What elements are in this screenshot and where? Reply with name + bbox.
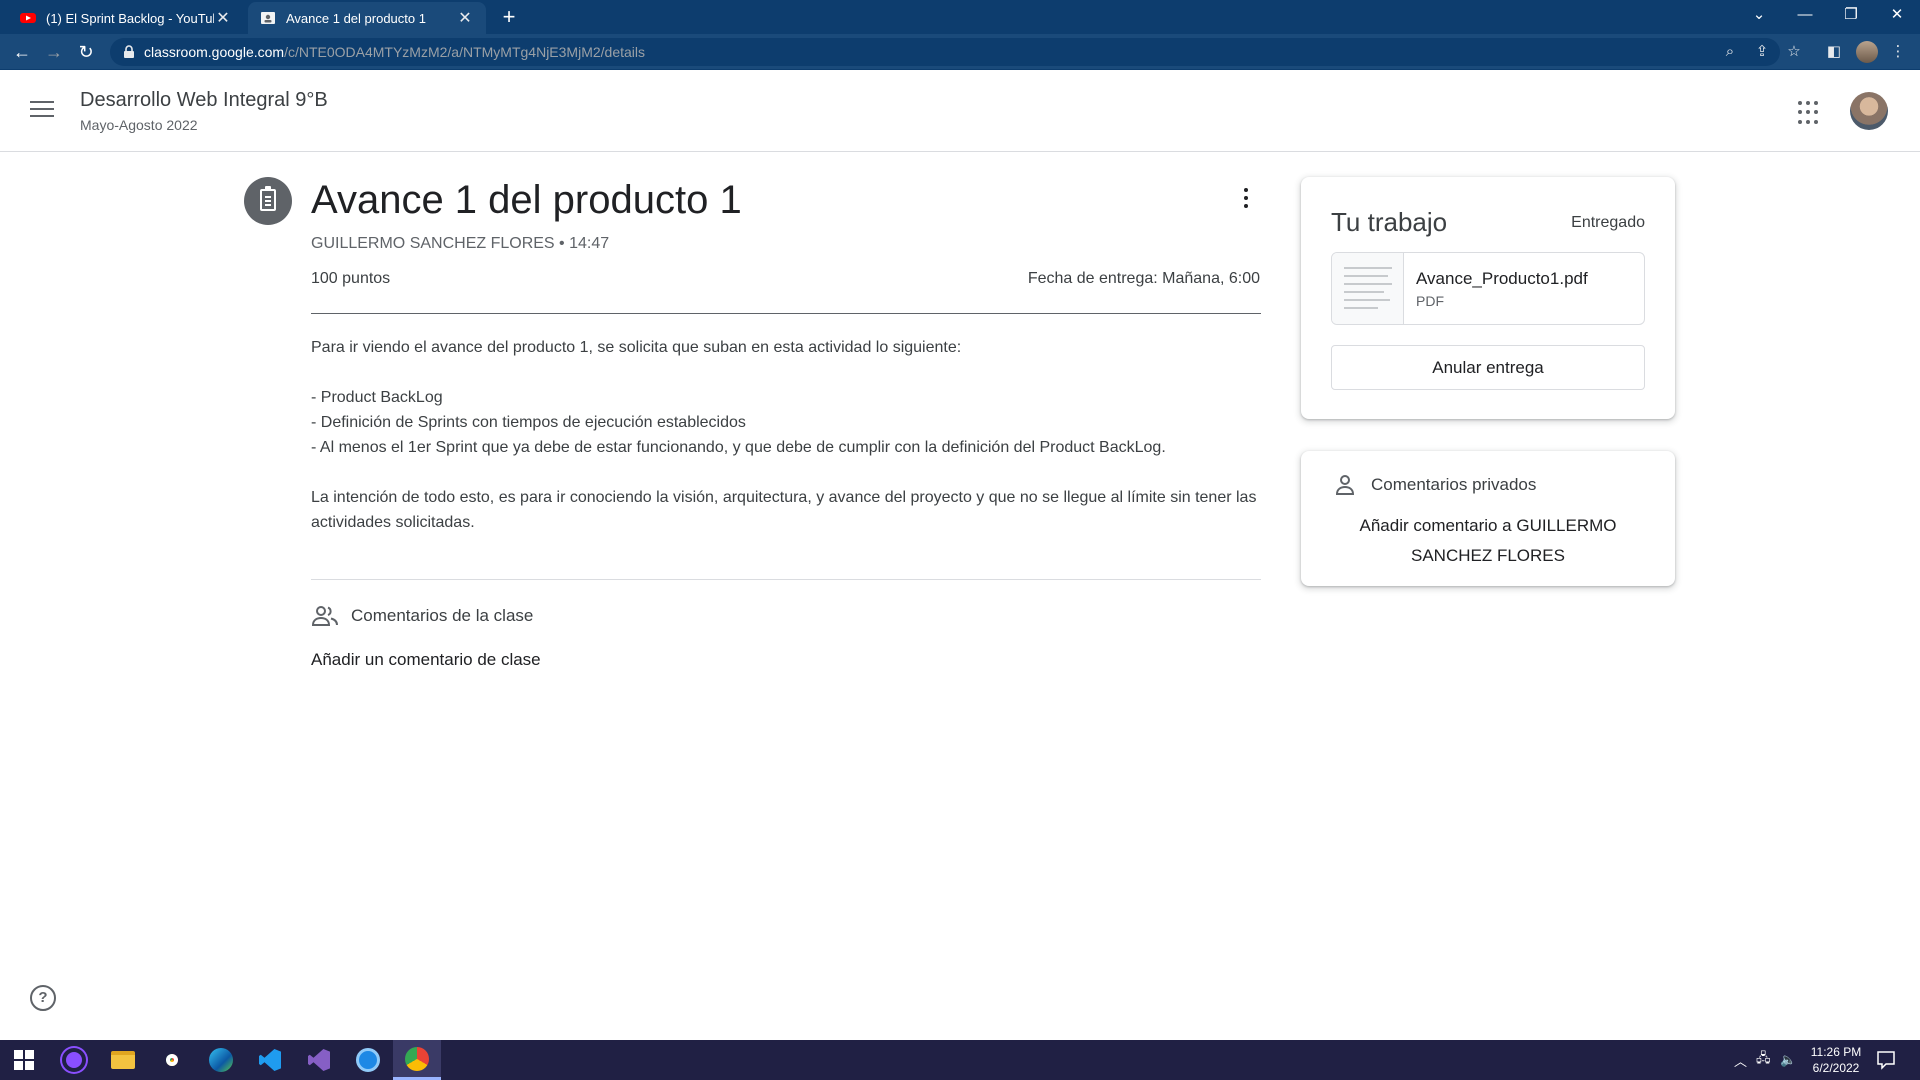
person-icon xyxy=(1335,475,1355,495)
volume-icon[interactable]: 🔈 xyxy=(1780,1040,1796,1080)
submission-status: Entregado xyxy=(1571,214,1645,231)
url-host: classroom.google.com xyxy=(144,44,285,60)
classroom-icon xyxy=(261,12,275,24)
file-name: Avance_Producto1.pdf xyxy=(1416,269,1588,288)
side-panel-icon[interactable]: ◧ xyxy=(1820,38,1848,66)
windows-taskbar: ︿ 🖧 🔈 11:26 PM 6/2/2022 xyxy=(0,1040,1920,1080)
lock-icon xyxy=(124,45,134,58)
visual-studio-icon[interactable] xyxy=(295,1040,343,1080)
description-item: - Product BackLog xyxy=(311,389,443,406)
description-outro: La intención de todo esto, es para ir co… xyxy=(311,489,1257,531)
browser-toolbar: ← → ↻ classroom.google.com/c/NTE0ODA4MTY… xyxy=(0,34,1920,70)
start-button[interactable] xyxy=(0,1040,48,1080)
tab-classroom[interactable]: Avance 1 del producto 1 ✕ xyxy=(248,2,486,34)
description-item: - Al menos el 1er Sprint que ya debe de … xyxy=(311,439,1166,456)
your-work-title: Tu trabajo xyxy=(1331,207,1448,237)
assignment-points: 100 puntos xyxy=(311,270,391,287)
share-icon[interactable]: ⇪ xyxy=(1748,38,1776,66)
more-options-icon[interactable] xyxy=(1236,188,1256,212)
class-term: Mayo-Agosto 2022 xyxy=(80,117,198,133)
add-class-comment-link[interactable]: Añadir un comentario de clase xyxy=(311,650,541,670)
back-icon[interactable]: ← xyxy=(8,38,36,66)
new-tab-button[interactable]: + xyxy=(496,4,522,30)
description-item: - Definición de Sprints con tiempos de e… xyxy=(311,414,746,431)
zoom-icon[interactable]: ⌕ xyxy=(1716,38,1744,66)
github-desktop-icon[interactable] xyxy=(50,1040,98,1080)
windows-icon xyxy=(14,1050,34,1070)
author-time: GUILLERMO SANCHEZ FLORES • 14:47 xyxy=(311,235,610,252)
network-icon[interactable]: 🖧 xyxy=(1756,1040,1771,1080)
class-comments-label: Comentarios de la clase xyxy=(351,606,534,625)
people-icon xyxy=(311,606,338,626)
description-intro: Para ir viendo el avance del producto 1,… xyxy=(311,339,962,356)
url-path: /c/NTE0ODA4MTYzMzM2/a/NTMyMTg4NjE3MjM2/d… xyxy=(284,44,646,60)
browser-menu-icon[interactable]: ⋮ xyxy=(1884,38,1912,66)
private-comments-card: Comentarios privados Añadir comentario a… xyxy=(1301,451,1675,586)
unsubmit-button[interactable]: Anular entrega xyxy=(1331,345,1645,390)
your-work-card: Tu trabajo Entregado Avance_Producto1.pd… xyxy=(1301,177,1675,419)
clock-time: 11:26 PM xyxy=(1810,1045,1862,1059)
system-clock[interactable]: 11:26 PM 6/2/2022 xyxy=(1806,1044,1866,1076)
close-tab-icon[interactable]: ✕ xyxy=(214,8,232,28)
close-tab-icon[interactable]: ✕ xyxy=(456,8,474,28)
assignment-description: Para ir viendo el avance del producto 1,… xyxy=(311,335,1261,535)
assignment-icon xyxy=(244,177,292,225)
browser-profile-avatar[interactable] xyxy=(1856,41,1878,63)
bookmark-star-icon[interactable]: ☆ xyxy=(1780,38,1808,66)
restore-button[interactable]: ❐ xyxy=(1828,0,1874,30)
chrome-active-icon[interactable] xyxy=(393,1040,441,1080)
tab-search-icon[interactable]: ⌄ xyxy=(1736,0,1782,30)
pdf-thumbnail xyxy=(1332,253,1404,324)
attachment-file[interactable]: Avance_Producto1.pdf PDF xyxy=(1331,252,1645,325)
edge-icon[interactable] xyxy=(197,1040,245,1080)
vscode-icon[interactable] xyxy=(246,1040,294,1080)
file-explorer-icon[interactable] xyxy=(99,1040,147,1080)
classroom-header: Desarrollo Web Integral 9°B Mayo-Agosto … xyxy=(0,71,1920,152)
reload-icon[interactable]: ↻ xyxy=(72,38,100,66)
tab-title: Avance 1 del producto 1 xyxy=(286,10,426,26)
tab-title: (1) El Sprint Backlog - YouTube xyxy=(46,10,214,26)
notifications-icon[interactable] xyxy=(1874,1048,1898,1072)
youtube-icon xyxy=(20,13,36,23)
private-comments-header: Comentarios privados xyxy=(1333,473,1536,497)
help-icon[interactable]: ? xyxy=(30,985,56,1011)
browser-tab-bar: (1) El Sprint Backlog - YouTube ✕ Avance… xyxy=(0,0,1920,34)
chrome-icon[interactable] xyxy=(148,1040,196,1080)
account-avatar[interactable] xyxy=(1850,92,1888,130)
class-comments-header: Comentarios de la clase xyxy=(311,604,533,628)
due-date: Fecha de entrega: Mañana, 6:00 xyxy=(1027,270,1260,287)
google-apps-icon[interactable] xyxy=(1798,101,1822,125)
private-comments-label: Comentarios privados xyxy=(1371,475,1537,494)
file-type: PDF xyxy=(1416,293,1444,309)
tab-youtube[interactable]: (1) El Sprint Backlog - YouTube ✕ xyxy=(8,2,244,34)
show-hidden-icons[interactable]: ︿ xyxy=(1734,1040,1747,1080)
forward-icon[interactable]: → xyxy=(40,38,68,66)
clock-date: 6/2/2022 xyxy=(1812,1061,1860,1075)
main-menu-icon[interactable] xyxy=(30,101,54,122)
vpn-client-icon[interactable] xyxy=(344,1040,392,1080)
add-private-comment-link[interactable]: Añadir comentario a GUILLERMO SANCHEZ FL… xyxy=(1331,511,1645,571)
assignment-title: Avance 1 del producto 1 xyxy=(311,178,742,222)
class-title[interactable]: Desarrollo Web Integral 9°B xyxy=(80,89,328,112)
minimize-button[interactable]: — xyxy=(1782,0,1828,30)
divider xyxy=(311,579,1261,580)
divider xyxy=(311,313,1261,314)
address-bar[interactable]: classroom.google.com/c/NTE0ODA4MTYzMzM2/… xyxy=(110,38,1780,66)
close-window-button[interactable]: ✕ xyxy=(1874,0,1920,30)
